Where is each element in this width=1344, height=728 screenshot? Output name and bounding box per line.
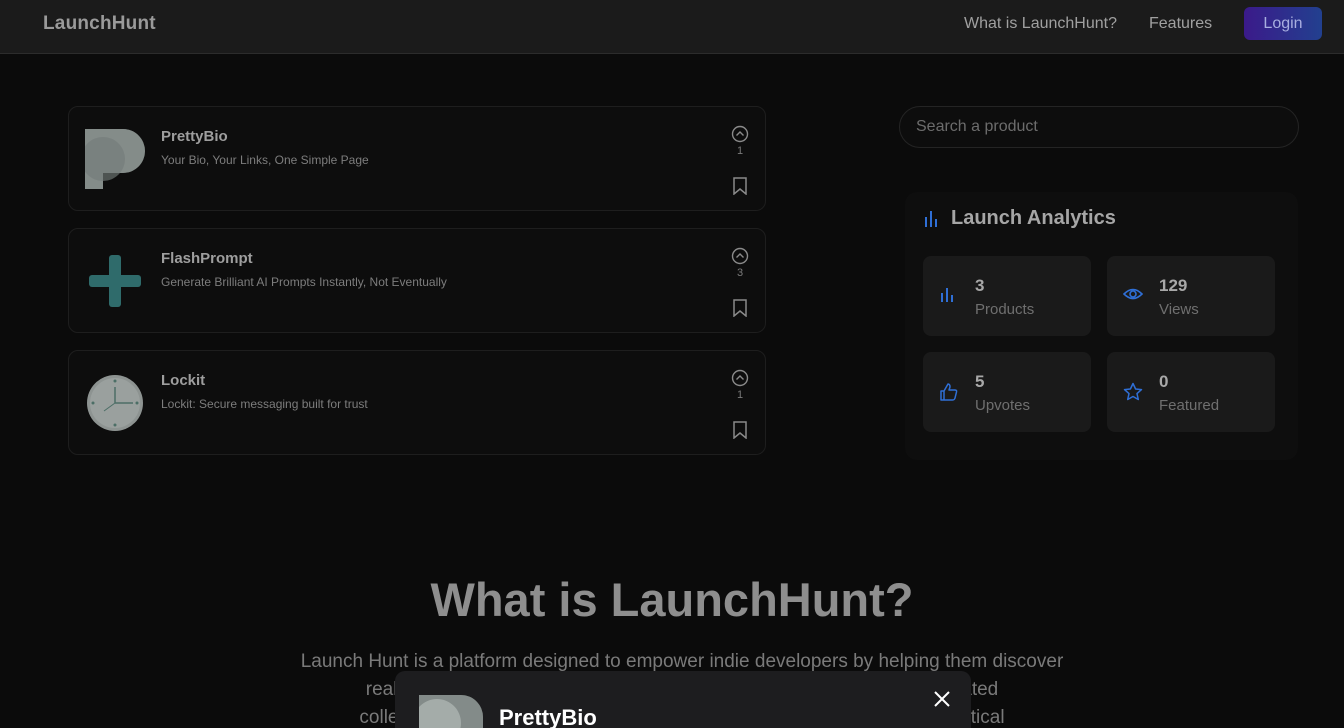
stat-products: 3 Products: [923, 256, 1091, 336]
product-card-flashprompt[interactable]: FlashPrompt Generate Brilliant AI Prompt…: [68, 228, 766, 333]
stat-value: 3: [975, 276, 985, 295]
prettybio-logo: [81, 129, 145, 189]
login-button[interactable]: Login: [1244, 7, 1322, 40]
brand-logo-text[interactable]: LaunchHunt: [43, 13, 156, 35]
bookmark-icon[interactable]: [733, 177, 747, 200]
stat-upvotes: 5 Upvotes: [923, 352, 1091, 432]
upvote-count: 1: [736, 145, 744, 157]
stat-views: 129 Views: [1107, 256, 1275, 336]
top-navbar: LaunchHunt What is LaunchHunt? Features …: [0, 0, 1344, 54]
stat-featured: 0 Featured: [1107, 352, 1275, 432]
plus-logo: [85, 251, 145, 311]
nav-link-what-is[interactable]: What is LaunchHunt?: [964, 15, 1117, 33]
modal-product-name: PrettyBio: [499, 705, 597, 728]
upvote-count: 3: [736, 267, 744, 279]
product-tagline: Lockit: Secure messaging built for trust: [161, 397, 368, 411]
nav-link-features[interactable]: Features: [1149, 15, 1212, 33]
analytics-title: Launch Analytics: [951, 207, 1116, 229]
product-name[interactable]: PrettyBio: [161, 128, 228, 145]
stat-label: Featured: [1159, 397, 1220, 414]
about-text-line: Launch Hunt is a platform designed to em…: [300, 651, 1064, 672]
about-title: What is LaunchHunt?: [430, 573, 914, 626]
thumbs-up-icon: [939, 382, 959, 407]
product-name[interactable]: Lockit: [161, 372, 205, 389]
bookmark-icon[interactable]: [733, 421, 747, 444]
product-tagline: Generate Brilliant AI Prompts Instantly,…: [161, 275, 447, 289]
search-input[interactable]: [899, 106, 1299, 148]
product-detail-modal: PrettyBio: [395, 671, 971, 728]
bookmark-icon[interactable]: [733, 299, 747, 322]
stat-label: Upvotes: [975, 397, 1031, 414]
upvote-count: 1: [736, 389, 744, 401]
product-name[interactable]: FlashPrompt: [161, 250, 253, 267]
prettybio-logo: [413, 695, 483, 728]
stat-value: 5: [975, 372, 985, 391]
stat-value: 0: [1159, 372, 1169, 391]
close-icon[interactable]: [933, 690, 951, 708]
launch-analytics-panel: Launch Analytics 3 Products 129 Views 5 …: [905, 192, 1298, 460]
product-card-prettybio[interactable]: PrettyBio Your Bio, Your Links, One Simp…: [68, 106, 766, 211]
star-icon: [1123, 382, 1143, 407]
bar-chart-icon: [939, 286, 955, 307]
stat-value: 129: [1159, 276, 1188, 295]
stat-label: Views: [1159, 301, 1199, 318]
product-card-lockit[interactable]: Lockit Lockit: Secure messaging built fo…: [68, 350, 766, 455]
clock-logo: [85, 373, 145, 433]
stat-label: Products: [975, 301, 1035, 318]
eye-icon: [1122, 286, 1144, 307]
bar-chart-icon: [924, 209, 940, 232]
product-tagline: Your Bio, Your Links, One Simple Page: [161, 153, 369, 167]
